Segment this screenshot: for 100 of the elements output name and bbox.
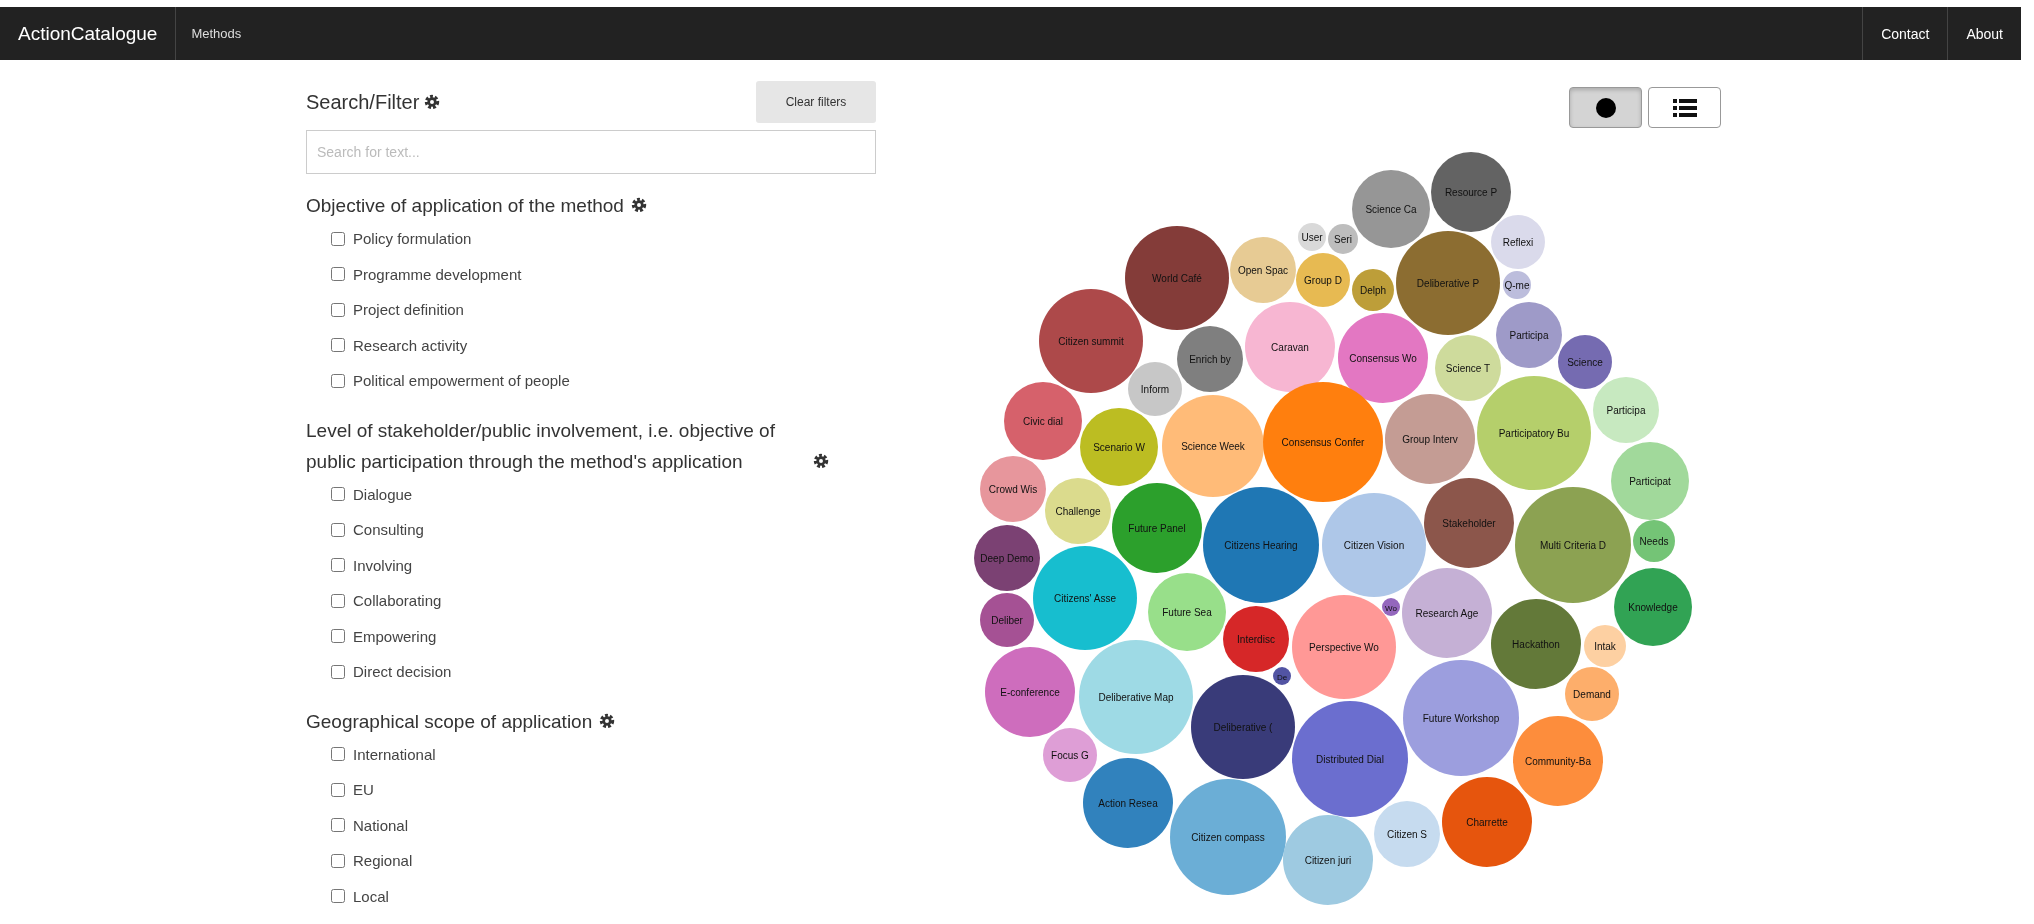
bubble-label: Perspective Wo	[1309, 641, 1379, 653]
checkbox[interactable]	[331, 747, 345, 762]
bubble-view-button[interactable]	[1569, 87, 1642, 128]
bubble[interactable]	[1584, 625, 1626, 667]
bubble-label: Distributed Dial	[1316, 753, 1384, 765]
filter-group-heading: Objective of application of the method	[306, 194, 624, 218]
bubble[interactable]	[1230, 237, 1296, 303]
bubble[interactable]	[1273, 667, 1291, 685]
bubble[interactable]	[1491, 599, 1581, 689]
bubble[interactable]	[1004, 382, 1082, 460]
bubble-label: Interdisc	[1237, 633, 1275, 645]
checkbox[interactable]	[331, 853, 345, 868]
brand-link[interactable]: ActionCatalogue	[0, 7, 176, 60]
bubble-label: Deliberative P	[1416, 277, 1480, 289]
bubble-label: Resource P	[1444, 186, 1498, 198]
bubble-label: Scenario W	[1093, 441, 1145, 453]
bubble-label: Community-Ba	[1524, 755, 1592, 767]
checkbox-label: Consulting	[353, 521, 424, 539]
checkbox[interactable]	[331, 629, 345, 644]
search-field[interactable]: Search for text...	[306, 130, 876, 174]
bubble[interactable]	[1396, 231, 1500, 335]
bubble[interactable]	[1352, 170, 1430, 248]
bubble-label: Stakeholder	[1442, 517, 1496, 529]
settings-icon[interactable]	[629, 196, 648, 214]
bubble-label: User	[1301, 231, 1323, 243]
bubble[interactable]	[1298, 223, 1326, 251]
bubble[interactable]	[1039, 289, 1143, 393]
checkbox-label: Political empowerment of people	[353, 372, 570, 390]
bubble[interactable]	[1223, 606, 1289, 672]
settings-icon[interactable]	[812, 451, 830, 470]
bubble[interactable]	[1558, 335, 1612, 389]
bubble[interactable]	[1328, 224, 1358, 254]
bubble-label: Future Sea	[1162, 606, 1212, 618]
bubble-label: Citizens' Asse	[1054, 592, 1116, 604]
nav-link[interactable]: Methods	[175, 7, 257, 60]
checkbox-label: Regional	[353, 852, 413, 870]
bubble[interactable]	[1382, 598, 1400, 616]
bubble-label: Research Age	[1415, 607, 1479, 619]
list-view-button[interactable]	[1648, 87, 1721, 128]
checkbox[interactable]	[331, 558, 345, 573]
bubble[interactable]	[1565, 667, 1619, 721]
bubble[interactable]	[1633, 520, 1675, 562]
bubble[interactable]	[1177, 326, 1243, 392]
bubble-label: Inform	[1140, 383, 1170, 395]
bubble[interactable]	[1431, 152, 1511, 232]
nav-link[interactable]: About	[1947, 7, 2021, 60]
checkbox[interactable]	[331, 302, 345, 317]
bubble-label: Action Resea	[1098, 797, 1158, 809]
bubble[interactable]	[974, 525, 1040, 591]
bubble[interactable]	[1043, 728, 1097, 782]
bubble-label: Demand	[1573, 688, 1611, 700]
bubble[interactable]	[1424, 478, 1514, 568]
bubble[interactable]	[1496, 302, 1562, 368]
checkbox[interactable]	[331, 231, 345, 246]
bubble[interactable]	[1083, 758, 1173, 848]
checkbox[interactable]	[331, 267, 345, 282]
bubble-label: Citizen S	[1387, 828, 1427, 840]
checkbox[interactable]	[331, 818, 345, 833]
bubble[interactable]	[1296, 253, 1350, 307]
bubble-label: Wo	[1385, 603, 1397, 613]
checkbox[interactable]	[331, 782, 345, 797]
checkbox[interactable]	[331, 373, 345, 388]
bubble-label: Enrich by	[1189, 353, 1231, 365]
bubble[interactable]	[1125, 226, 1229, 330]
checkbox-label: EU	[353, 781, 374, 799]
bubble[interactable]	[1033, 546, 1137, 650]
bubble[interactable]	[1503, 271, 1531, 299]
bubble-label: Open Spac	[1238, 264, 1288, 276]
checkbox[interactable]	[331, 338, 345, 353]
bubble[interactable]	[1203, 487, 1319, 603]
bubble[interactable]	[1338, 313, 1428, 403]
bubble-label: World Café	[1152, 272, 1202, 284]
bubble-label: De	[1276, 672, 1288, 682]
bubble-label: Q-me	[1504, 279, 1530, 291]
checkbox-label: Empowering	[353, 627, 437, 645]
checkbox[interactable]	[331, 593, 345, 608]
bubble[interactable]	[1292, 701, 1408, 817]
bubble[interactable]	[1614, 568, 1692, 646]
filter-group-heading: Geographical scope of application	[306, 709, 593, 734]
bubble-label: Participat	[1629, 475, 1671, 487]
settings-icon[interactable]	[598, 711, 617, 730]
checkbox[interactable]	[331, 522, 345, 537]
clear-filters-button[interactable]: Clear filters	[756, 81, 876, 123]
bubble-label: Citizen summit	[1058, 335, 1124, 347]
bubble-label: Citizens Hearing	[1224, 539, 1298, 551]
checkbox[interactable]	[331, 487, 345, 502]
bubble[interactable]	[985, 647, 1075, 737]
bubble-label: Caravan	[1271, 341, 1309, 353]
settings-icon[interactable]	[423, 93, 442, 111]
circle-icon	[1594, 96, 1617, 119]
checkbox[interactable]	[331, 664, 345, 679]
bubble[interactable]	[1491, 215, 1545, 269]
bubble[interactable]	[1513, 716, 1603, 806]
bubble[interactable]	[980, 593, 1034, 647]
bubble[interactable]	[1191, 675, 1295, 779]
bubble[interactable]	[980, 456, 1046, 522]
checkbox[interactable]	[331, 889, 345, 904]
bubble-label: Consensus Wo	[1349, 352, 1417, 364]
bubble[interactable]	[1352, 269, 1394, 311]
nav-link[interactable]: Contact	[1862, 7, 1948, 60]
